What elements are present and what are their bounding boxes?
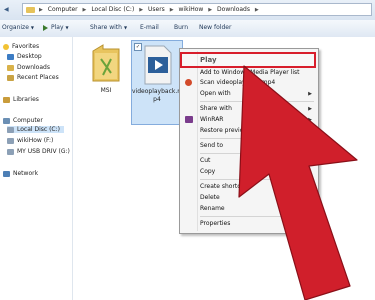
menu-cut[interactable]: Cut [200, 157, 210, 164]
command-toolbar: Organize ▼ Play ▼ Share with ▼ E-mail Burn … [0, 20, 375, 38]
play-label: Play [51, 24, 64, 31]
submenu-arrow-icon: ▶ [308, 106, 312, 112]
nav-desktop[interactable]: Desktop [7, 53, 42, 60]
nav-wikihow-drive[interactable]: wikiHow (F:) [7, 137, 53, 144]
play-icon [43, 24, 48, 31]
crumb-wikihow[interactable]: wikiHow [179, 6, 204, 13]
share-with-button[interactable]: Share with ▼ [90, 24, 127, 31]
video-file-icon [144, 45, 172, 85]
caret-down-icon: ▼ [65, 25, 69, 30]
checkbox-icon[interactable]: ✓ [134, 43, 142, 51]
video-filename-line1: videoplayback.m [132, 88, 184, 95]
menu-properties[interactable]: Properties [200, 220, 230, 227]
menu-restore[interactable]: Restore previous versions [200, 127, 277, 134]
nav-local-disc[interactable]: Local Disc (C:) [7, 126, 64, 133]
nav-recent-places-label: Recent Places [17, 74, 59, 81]
new-folder-button[interactable]: New folder [199, 24, 231, 31]
navigation-pane: Favorites Desktop Downloads Recent Place… [0, 37, 73, 300]
menu-separator [200, 179, 314, 180]
drive-icon [7, 126, 14, 133]
nav-computer-label: Computer [13, 117, 43, 124]
chevron-right-icon[interactable]: ▶ [208, 7, 212, 13]
computer-icon [3, 117, 10, 124]
drive-icon [7, 137, 14, 144]
play-highlight [180, 52, 316, 68]
folder-icon [26, 7, 35, 13]
nav-downloads[interactable]: Downloads [7, 64, 50, 71]
burn-button[interactable]: Burn [174, 24, 188, 31]
menu-winrar[interactable]: WinRAR [200, 116, 223, 123]
video-filename-line2: p4 [153, 96, 161, 103]
share-with-label: Share with [90, 24, 122, 31]
nav-libraries[interactable]: Libraries [3, 96, 39, 103]
antivirus-icon [185, 79, 192, 86]
chevron-right-icon[interactable]: ▶ [255, 7, 259, 13]
crumb-downloads[interactable]: Downloads [217, 6, 250, 13]
menu-separator [200, 138, 314, 139]
star-icon [3, 43, 9, 50]
nav-usb-drive[interactable]: MY USB DRIV (G:) [7, 148, 70, 155]
context-menu: Play Add to Windows Media Player list Sc… [179, 48, 319, 234]
breadcrumb[interactable]: ▶ Computer ▶ Local Disc (C:) ▶ Users ▶ w… [22, 3, 372, 16]
menu-send-to[interactable]: Send to [200, 142, 223, 149]
nav-downloads-label: Downloads [17, 64, 50, 71]
caret-down-icon: ▼ [123, 25, 128, 30]
nav-desktop-label: Desktop [17, 53, 42, 60]
address-bar: ◀ ▶ Computer ▶ Local Disc (C:) ▶ Users ▶… [0, 0, 375, 21]
chevron-right-icon[interactable]: ▶ [83, 7, 87, 13]
crumb-users[interactable]: Users [148, 6, 165, 13]
menu-copy[interactable]: Copy [200, 168, 215, 175]
nav-favorites-label: Favorites [12, 43, 40, 50]
caret-down-icon: ▼ [30, 25, 34, 30]
submenu-arrow-icon: ▶ [308, 143, 312, 149]
menu-share-with[interactable]: Share with [200, 105, 232, 112]
winrar-icon [185, 116, 193, 123]
nav-network-label: Network [13, 170, 39, 177]
chevron-right-icon[interactable]: ▶ [170, 7, 174, 13]
nav-wikihow-drive-label: wikiHow (F:) [17, 137, 54, 144]
menu-separator [200, 101, 314, 102]
folder-icon [92, 44, 120, 82]
chevron-right-icon[interactable]: ▶ [139, 7, 143, 13]
submenu-arrow-icon: ▶ [308, 117, 312, 123]
nav-network[interactable]: Network [3, 170, 38, 177]
desktop-icon [7, 53, 14, 60]
menu-separator [200, 216, 314, 217]
network-icon [3, 170, 10, 177]
menu-gutter [197, 51, 198, 231]
msi-label: MSI [100, 87, 112, 94]
nav-computer[interactable]: Computer [3, 117, 43, 124]
menu-create-shortcut[interactable]: Create shortcut [200, 183, 247, 190]
usb-drive-icon [7, 148, 14, 155]
msi-folder[interactable]: MSI [82, 43, 130, 99]
nav-local-disc-label: Local Disc (C:) [17, 126, 60, 133]
play-button[interactable]: Play ▼ [43, 24, 69, 31]
libraries-icon [3, 96, 10, 103]
crumb-local-disc[interactable]: Local Disc (C:) [91, 6, 134, 13]
nav-recent-places[interactable]: Recent Places [7, 74, 59, 81]
organize-label: Organize [2, 24, 29, 31]
menu-separator [200, 153, 314, 154]
menu-add-to-wmp[interactable]: Add to Windows Media Player list [200, 69, 299, 76]
menu-delete[interactable]: Delete [200, 194, 220, 201]
submenu-arrow-icon: ▶ [308, 91, 312, 97]
nav-libraries-label: Libraries [13, 96, 39, 103]
nav-usb-drive-label: MY USB DRIV (G:) [17, 148, 70, 155]
email-button[interactable]: E-mail [140, 24, 159, 31]
chevron-right-icon[interactable]: ▶ [39, 7, 43, 13]
recent-places-icon [7, 74, 14, 81]
organize-button[interactable]: Organize ▼ [2, 24, 34, 31]
menu-scan[interactable]: Scan videoplayback.mp4 [200, 79, 275, 86]
downloads-folder-icon [7, 64, 14, 71]
menu-open-with[interactable]: Open with [200, 90, 231, 97]
crumb-computer[interactable]: Computer [48, 6, 78, 13]
video-file[interactable]: ✓ videoplayback.m p4 [131, 40, 183, 125]
back-arrow-icon[interactable]: ◀ [4, 6, 9, 13]
nav-favorites[interactable]: Favorites [3, 43, 39, 50]
menu-rename[interactable]: Rename [200, 205, 225, 212]
